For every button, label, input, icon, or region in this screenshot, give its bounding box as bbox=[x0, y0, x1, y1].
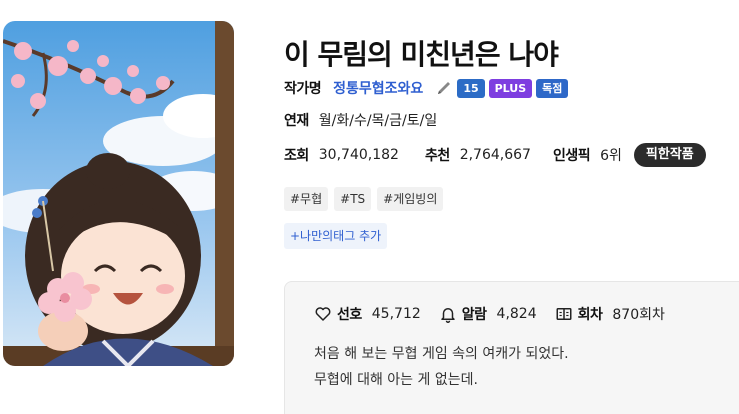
views-label: 조회 bbox=[284, 148, 309, 164]
cover-image[interactable] bbox=[3, 21, 234, 366]
synopsis-line: 무협에 대해 아는 게 없는데. bbox=[314, 372, 478, 388]
cover-illustration bbox=[3, 21, 234, 366]
add-my-tag-button[interactable]: +나만의태그 추가 bbox=[284, 223, 388, 249]
author-link[interactable]: 정통무협조와요 bbox=[333, 78, 423, 98]
picked-works-button[interactable]: 픽한작품 bbox=[633, 143, 706, 167]
alarm-label: 알람 bbox=[461, 307, 487, 323]
tag-item[interactable]: #무협 bbox=[284, 187, 329, 211]
recommend-label: 추천 bbox=[424, 148, 450, 164]
tag-item[interactable]: #게임빙의 bbox=[377, 187, 444, 211]
pen-icon bbox=[435, 79, 453, 97]
author-row: 작가명 정통무협조와요 15 PLUS 독점 bbox=[284, 78, 569, 98]
author-work-count-badge: 15 bbox=[457, 78, 485, 98]
episodes-value: 870회차 bbox=[612, 307, 665, 323]
metrics-row: 선호 45,712 알람 4,824 회차 870회차 bbox=[314, 304, 683, 324]
likes-metric[interactable]: 선호 45,712 bbox=[314, 304, 421, 324]
synopsis: 처음 해 보는 무협 게임 속의 여캐가 되었다. 무협에 대해 아는 게 없는… bbox=[314, 341, 569, 393]
synopsis-line: 처음 해 보는 무협 게임 속의 여캐가 되었다. bbox=[314, 346, 569, 362]
author-label: 작가명 bbox=[284, 81, 322, 97]
likes-label: 선호 bbox=[337, 307, 362, 323]
views-value: 30,740,182 bbox=[318, 147, 399, 163]
exclusive-badge: 독점 bbox=[536, 78, 569, 98]
tag-list: #무협 #TS #게임빙의 bbox=[284, 187, 444, 211]
episodes-metric: 회차 870회차 bbox=[555, 304, 665, 324]
info-panel: 선호 45,712 알람 4,824 회차 870회차 처음 해 보는 무협 게… bbox=[284, 281, 739, 414]
likes-value: 45,712 bbox=[371, 306, 421, 322]
stats-row: 조회 30,740,182 추천 2,764,667 인생픽 6위 픽한작품 bbox=[284, 143, 706, 167]
heart-icon bbox=[315, 307, 331, 321]
life-pick-value: 6위 bbox=[600, 148, 622, 164]
schedule-value: 월/화/수/목/금/토/일 bbox=[318, 113, 438, 129]
recommend-value: 2,764,667 bbox=[459, 147, 531, 163]
novel-title: 이 무림의 미친년은 나야 bbox=[284, 38, 559, 71]
schedule-row: 연재 월/화/수/목/금/토/일 bbox=[284, 110, 437, 130]
bell-icon bbox=[441, 308, 455, 323]
alarm-metric[interactable]: 알람 4,824 bbox=[439, 304, 537, 324]
tag-item[interactable]: #TS bbox=[334, 187, 372, 211]
book-icon bbox=[556, 308, 572, 320]
schedule-label: 연재 bbox=[284, 113, 309, 129]
episodes-label: 회차 bbox=[577, 307, 603, 323]
alarm-value: 4,824 bbox=[496, 306, 537, 322]
life-pick-label: 인생픽 bbox=[552, 148, 591, 164]
plus-badge: PLUS bbox=[488, 78, 533, 98]
